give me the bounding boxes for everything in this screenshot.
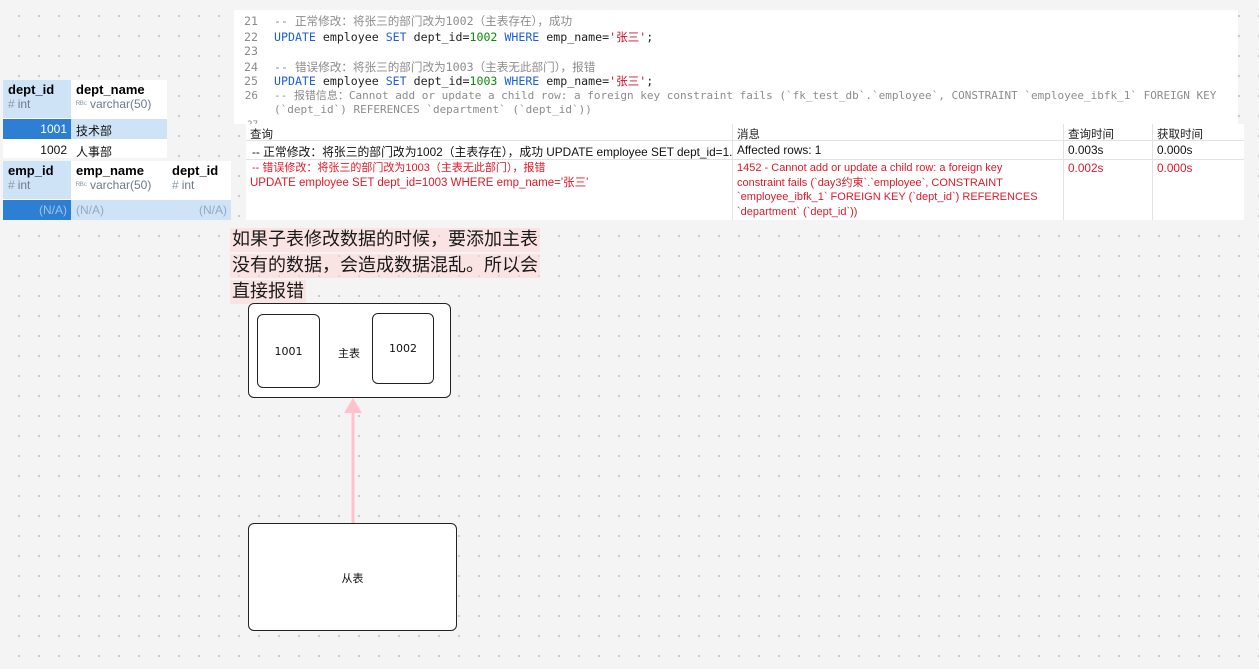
line-number: 26 [244, 89, 258, 102]
line-number: 23 [244, 44, 258, 58]
code-line: 22 UPDATE employee SET dept_id=1002 WHERE… [234, 30, 653, 44]
sql-string: '张三' [609, 30, 647, 44]
code-line: (`dept_id`) REFERENCES `department` (`de… [234, 103, 592, 117]
key-label: 1001 [274, 345, 303, 358]
department-grid: dept_id # int dept_name ᴿᴮᶜ varchar(50) 10… [3, 80, 167, 160]
table-cell[interactable]: (N/A) [71, 200, 167, 220]
parent-table-box[interactable]: 1001 主表 1002 [248, 303, 451, 398]
note-line: 没有的数据，会造成数据混乱。所以会 [230, 254, 540, 278]
sql-keyword: UPDATE [274, 30, 316, 44]
table-cell[interactable]: 1002 [3, 140, 71, 160]
column-header-dept-name[interactable]: dept_name ᴿᴮᶜ varchar(50) [71, 80, 167, 118]
number-type-icon: # [8, 178, 15, 192]
code-line: 23 [234, 44, 274, 58]
column-header-message[interactable]: 消息 [733, 126, 1063, 141]
column-header-query[interactable]: 查询 [246, 126, 732, 141]
sql-number: 1003 [469, 74, 498, 88]
sql-text: employee [315, 74, 386, 88]
table-cell[interactable]: (N/A) [3, 200, 71, 220]
table-cell[interactable]: 人事部 [71, 140, 167, 160]
column-header-emp-name[interactable]: emp_name ᴿᴮᶜ varchar(50) [71, 161, 167, 199]
column-name: dept_name [76, 82, 145, 97]
code-line: 24 -- 错误修改：将张三的部门改为1003（主表无此部门），报错 [234, 60, 595, 74]
sql-keyword: SET [385, 30, 407, 44]
parent-key-box-1001[interactable]: 1001 [257, 314, 320, 388]
query-line: UPDATE employee SET dept_id=1003 WHERE e… [250, 177, 589, 189]
reference-arrow [344, 398, 362, 524]
table-cell[interactable]: (N/A) [167, 200, 231, 220]
sql-comment: -- 错误修改：将张三的部门改为1003（主表无此部门），报错 [274, 60, 596, 74]
sql-text: emp_name= [539, 74, 610, 88]
key-label: 1002 [389, 342, 417, 355]
number-type-icon: # [172, 178, 179, 192]
child-table-box[interactable]: 从表 [248, 523, 457, 631]
code-line: 26 -- 报错信息：Cannot add or update a child r… [234, 89, 1217, 103]
sql-keyword: WHERE [504, 74, 540, 88]
line-number: 24 [244, 60, 258, 74]
code-line: 25 UPDATE employee SET dept_id=1003 WHERE… [234, 74, 653, 88]
text-type-icon: ᴿᴮᶜ [76, 99, 87, 109]
note-line: 如果子表修改数据的时候，要添加主表 [230, 228, 540, 252]
line-number: 22 [244, 30, 258, 44]
column-type: varchar(50) [89, 178, 152, 192]
line-number: 25 [244, 74, 258, 88]
table-cell[interactable]: 1001 [3, 119, 71, 139]
column-type: int [181, 178, 195, 192]
column-type: int [17, 178, 31, 192]
message-line: constraint fails (`day3约束`.`employee`, C… [737, 176, 1003, 189]
error-message-cell[interactable]: 1452 - Cannot add or update a child row:… [733, 161, 1063, 219]
table-cell[interactable]: 0.000s [1153, 143, 1244, 159]
query-line: -- 错误修改：将张三的部门改为1003（主表无此部门），报错 [252, 162, 546, 174]
table-cell[interactable]: 0.003s [1064, 143, 1152, 159]
message-line: `department` (`dept_id`)) [737, 205, 858, 218]
column-name: dept_id [172, 163, 219, 178]
sql-number: 1002 [469, 30, 498, 44]
column-header-query-time[interactable]: 查询时间 [1064, 126, 1152, 141]
sql-text: emp_name= [539, 30, 610, 44]
sql-string: '张三' [609, 74, 647, 88]
parent-table-label: 主表 [338, 347, 360, 360]
column-name: emp_id [8, 163, 54, 178]
column-header-fetch-time[interactable]: 获取时间 [1153, 126, 1244, 141]
column-header-dept-id[interactable]: dept_id # int [3, 80, 71, 118]
column-header-emp-id[interactable]: emp_id # int [3, 161, 71, 199]
message-line: `employee_ibfk_1` FOREIGN KEY (`dept_id`… [737, 191, 1038, 203]
line-number: 21 [244, 14, 258, 28]
table-cell[interactable]: -- 正常修改：将张三的部门改为1002（主表存在），成功 UPDATE emp… [246, 143, 732, 159]
column-type: varchar(50) [89, 97, 152, 111]
column-type: int [17, 97, 31, 111]
table-cell[interactable]: Affected rows: 1 [733, 143, 1063, 159]
sql-keyword: UPDATE [274, 74, 316, 88]
sql-comment: -- 报错信息：Cannot add or update a child row… [274, 89, 1217, 102]
column-name: dept_id [8, 82, 55, 97]
note-line: 直接报错 [230, 280, 306, 304]
text-type-icon: ᴿᴮᶜ [76, 180, 87, 190]
number-type-icon: # [8, 97, 15, 111]
employee-grid: emp_id # int emp_name ᴿᴮᶜ varchar(50) dept… [3, 161, 231, 220]
sql-editor[interactable]: 21 -- 正常修改：将张三的部门改为1002（主表存在），成功 22 UPDATE… [234, 10, 1238, 124]
code-line: 21 -- 正常修改：将张三的部门改为1002（主表存在），成功 [234, 14, 572, 28]
message-line: 1452 - Cannot add or update a child row:… [737, 162, 1003, 174]
sql-keyword: SET [385, 74, 407, 88]
parent-key-box-1002[interactable]: 1002 [372, 313, 434, 384]
table-cell[interactable]: 技术部 [71, 119, 167, 139]
sql-comment: -- 正常修改：将张三的部门改为1002（主表存在），成功 [274, 14, 573, 28]
sql-comment: (`dept_id`) REFERENCES `department` (`de… [274, 103, 592, 116]
sql-keyword: WHERE [504, 30, 540, 44]
query-results-table: 查询 消息 查询时间 获取时间 -- 正常修改：将张三的部门改为1002（主表存… [246, 124, 1244, 220]
table-cell[interactable]: 0.000s [1153, 161, 1244, 177]
child-table-label: 从表 [341, 572, 364, 585]
sql-text: ; [646, 30, 654, 44]
table-cell[interactable]: 0.002s [1064, 161, 1152, 177]
sql-text: dept_id= [406, 74, 470, 88]
table-cell[interactable]: -- 错误修改：将张三的部门改为1003（主表无此部门），报错 UPDATE e… [246, 161, 732, 219]
sql-text: dept_id= [406, 30, 470, 44]
column-name: emp_name [76, 163, 144, 178]
sql-text: ; [646, 74, 654, 88]
sql-text: employee [315, 30, 386, 44]
column-header-dept-id[interactable]: dept_id # int [167, 161, 231, 199]
